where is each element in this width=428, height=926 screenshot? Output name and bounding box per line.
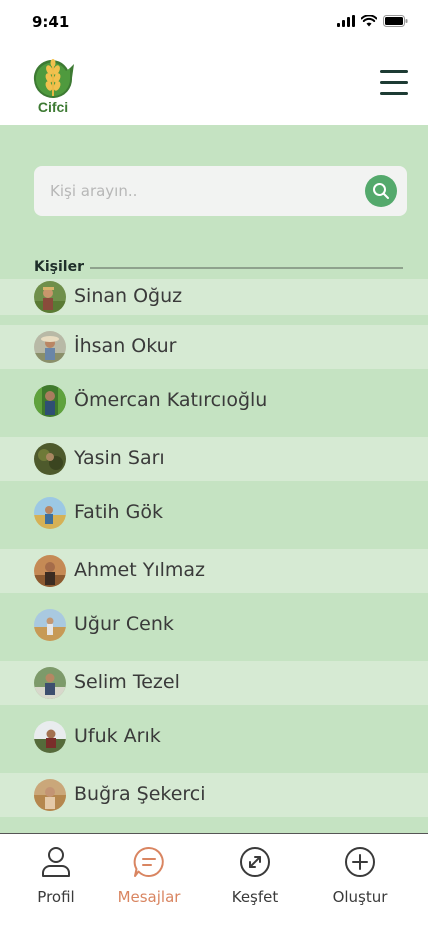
avatar (34, 385, 66, 417)
bottom-navigation: Profil Mesajlar Keşfet Oluştur (0, 833, 428, 926)
signal-icon (337, 15, 355, 27)
status-bar: 9:41 (0, 0, 428, 46)
user-icon (42, 847, 70, 877)
contact-list: Sinan Oğuz İhsan Okur Ömercan Katırcıoğl… (0, 279, 428, 817)
battery-icon (383, 15, 408, 27)
nav-create-label: Oluştur (332, 888, 388, 906)
menu-icon-bar (380, 92, 408, 95)
compass-icon (240, 847, 270, 877)
search-input[interactable] (50, 166, 350, 216)
nav-explore[interactable]: Keşfet (210, 846, 300, 906)
app-header: Cifci (0, 46, 428, 125)
menu-button[interactable] (380, 70, 410, 98)
row-spacer (0, 315, 428, 325)
contact-row[interactable]: Ufuk Arık (0, 705, 428, 773)
contact-name: Yasin Sarı (74, 447, 165, 469)
avatar (34, 443, 66, 475)
plus-circle-icon (345, 847, 375, 877)
menu-icon-bar (380, 81, 408, 84)
nav-profile[interactable]: Profil (11, 846, 101, 906)
search-box (34, 166, 407, 216)
nav-messages-label: Mesajlar (117, 888, 181, 906)
status-time: 9:41 (32, 13, 70, 31)
section-divider (90, 267, 403, 269)
nav-create[interactable]: Oluştur (315, 846, 405, 906)
avatar (34, 281, 66, 313)
contact-name: Ufuk Arık (74, 725, 161, 747)
nav-profile-label: Profil (37, 888, 75, 906)
avatar (34, 609, 66, 641)
status-icons (337, 15, 408, 27)
message-icon (133, 846, 164, 877)
nav-explore-label: Keşfet (231, 888, 279, 906)
wifi-icon (361, 15, 377, 27)
contact-row[interactable]: Fatih Gök (0, 481, 428, 549)
contact-name: Buğra Şekerci (74, 783, 206, 805)
contact-name: Sinan Oğuz (74, 285, 183, 307)
contact-row[interactable]: Buğra Şekerci (0, 773, 428, 817)
contact-row[interactable]: Uğur Cenk (0, 593, 428, 661)
contact-name: Selim Tezel (74, 671, 180, 693)
avatar (34, 721, 66, 753)
search-button[interactable] (365, 175, 397, 207)
cifci-logo[interactable]: Cifci (30, 58, 76, 114)
contact-row[interactable]: Ahmet Yılmaz (0, 549, 428, 593)
avatar (34, 667, 66, 699)
avatar (34, 331, 66, 363)
main-content: Kişiler Sinan Oğuz İhsan Okur Ömercan Ka… (0, 125, 428, 833)
menu-icon-bar (380, 70, 408, 73)
contact-name: Uğur Cenk (74, 613, 174, 635)
contact-name: İhsan Okur (74, 335, 177, 357)
avatar (34, 497, 66, 529)
contact-name: Fatih Gök (74, 501, 163, 523)
contact-row[interactable]: İhsan Okur (0, 325, 428, 369)
contacts-section-title: Kişiler (34, 259, 84, 275)
contact-row[interactable]: Selim Tezel (0, 661, 428, 705)
nav-messages[interactable]: Mesajlar (104, 846, 194, 906)
contact-name: Ömercan Katırcıoğlu (74, 389, 268, 411)
avatar (34, 779, 66, 811)
svg-text:Cifci: Cifci (38, 99, 68, 114)
avatar (34, 555, 66, 587)
contact-row[interactable]: Ömercan Katırcıoğlu (0, 369, 428, 437)
search-icon (373, 183, 389, 199)
contact-row[interactable]: Sinan Oğuz (0, 279, 428, 315)
contact-row[interactable]: Yasin Sarı (0, 437, 428, 481)
contact-name: Ahmet Yılmaz (74, 559, 206, 581)
